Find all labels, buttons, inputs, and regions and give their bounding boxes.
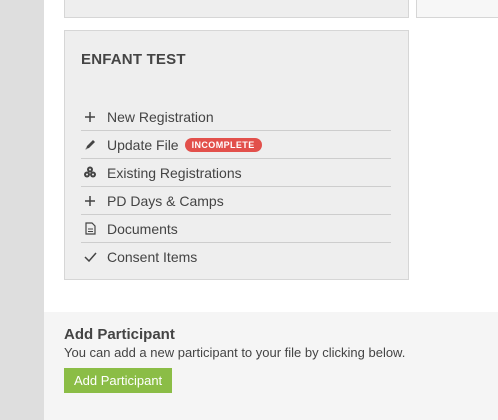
- add-participant-heading: Add Participant: [64, 326, 175, 343]
- menu-item-pd-days-camps[interactable]: PD Days & Camps: [81, 187, 391, 215]
- participant-card: ENFANT TEST New Registration Update File…: [64, 30, 409, 280]
- document-icon: [81, 222, 99, 235]
- add-participant-section: Add Participant You can add a new partic…: [64, 326, 484, 393]
- menu-item-label: Existing Registrations: [107, 164, 242, 181]
- add-participant-button[interactable]: Add Participant: [64, 368, 173, 393]
- incomplete-badge: INCOMPLETE: [184, 137, 262, 152]
- menu-item-label: PD Days & Camps: [107, 192, 224, 209]
- left-rail: [0, 0, 44, 420]
- menu-item-update-file[interactable]: Update File INCOMPLETE: [81, 131, 391, 159]
- check-icon: [81, 251, 99, 262]
- menu-item-label: New Registration: [107, 108, 214, 125]
- menu-item-label: Documents: [107, 220, 178, 237]
- add-participant-description: You can add a new participant to your fi…: [64, 345, 406, 360]
- participants-panel: ENFANT TEST New Registration Update File…: [44, 0, 498, 312]
- menu-item-new-registration[interactable]: New Registration: [81, 103, 391, 131]
- menu-item-label: Consent Items: [107, 248, 198, 265]
- plus-icon: [81, 111, 99, 123]
- menu-item-consent-items[interactable]: Consent Items: [81, 243, 391, 270]
- menu-item-label: Update File: [107, 136, 179, 153]
- menu-item-existing-registrations[interactable]: Existing Registrations: [81, 159, 391, 187]
- previous-card: [64, 0, 409, 18]
- users-icon: [81, 166, 99, 179]
- participant-name: ENFANT TEST: [81, 51, 186, 68]
- participant-menu: New Registration Update File INCOMPLETE …: [81, 103, 391, 270]
- content-area: ENFANT TEST New Registration Update File…: [44, 0, 498, 420]
- plus-icon: [81, 195, 99, 207]
- previous-card-side: [416, 0, 498, 18]
- menu-item-documents[interactable]: Documents: [81, 215, 391, 243]
- pencil-icon: [81, 138, 99, 151]
